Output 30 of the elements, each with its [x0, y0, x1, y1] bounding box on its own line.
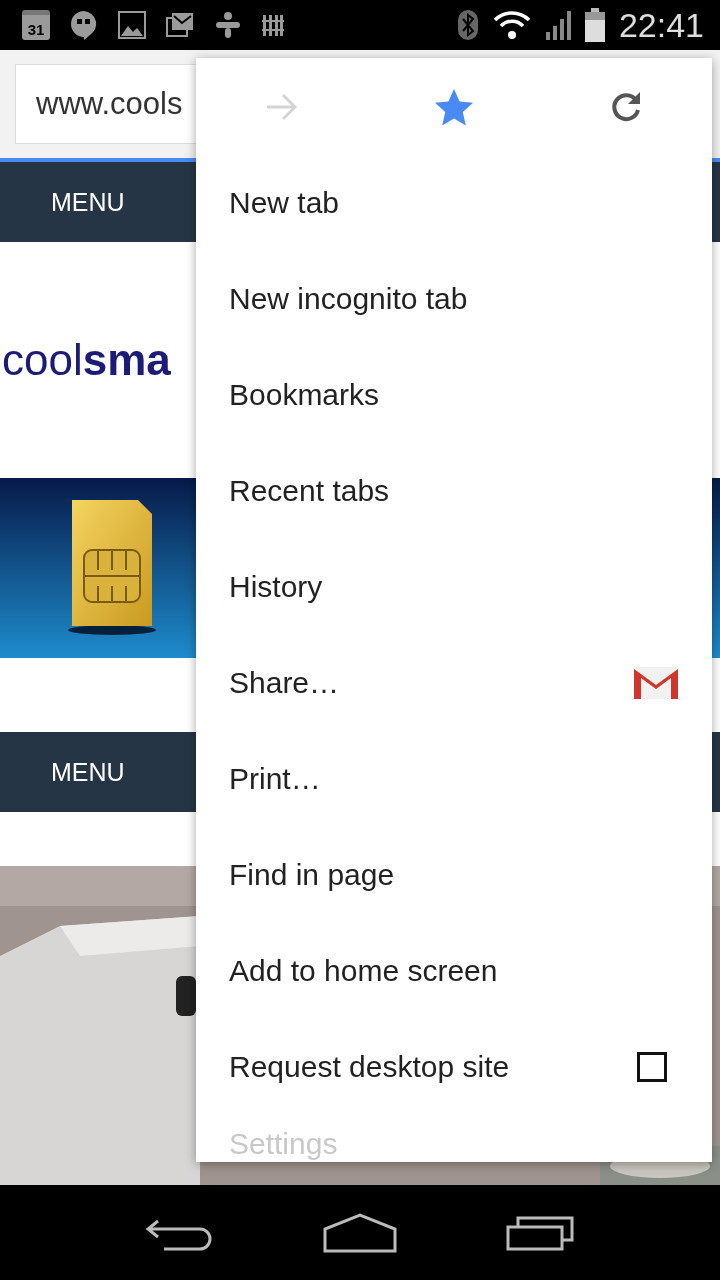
menu-item[interactable]: Add to home screen — [196, 923, 712, 1019]
menu-item[interactable]: Request desktop site — [196, 1019, 712, 1115]
signal-icon — [544, 10, 571, 40]
menu-item[interactable]: History — [196, 539, 712, 635]
calendar-icon: 31 — [22, 10, 50, 40]
chat-bubble-icon — [70, 10, 98, 40]
mail-icon — [166, 12, 194, 38]
fence-icon — [262, 13, 284, 37]
menu-item[interactable]: New incognito tab — [196, 251, 712, 347]
menu-link[interactable]: MENU — [51, 187, 125, 217]
star-icon — [434, 87, 474, 126]
checkbox[interactable] — [637, 1052, 667, 1082]
site-logo: coolsma — [2, 335, 171, 385]
home-icon[interactable] — [323, 1212, 397, 1253]
menu-item[interactable]: Recent tabs — [196, 443, 712, 539]
plus-figure-icon — [214, 11, 242, 39]
menu-item[interactable]: New tab — [196, 155, 712, 251]
forward-arrow-icon — [265, 91, 299, 122]
envelope-icon — [633, 666, 679, 700]
wifi-icon — [492, 10, 531, 40]
recent-apps-icon[interactable] — [505, 1214, 576, 1251]
image-icon — [118, 11, 146, 39]
clock-time: 22:41 — [618, 5, 704, 45]
menu-item[interactable]: Bookmarks — [196, 347, 712, 443]
battery-icon — [584, 8, 605, 42]
menu-link[interactable]: MENU — [51, 757, 125, 787]
menu-item[interactable]: Print… — [196, 731, 712, 827]
bluetooth-icon — [456, 9, 479, 41]
menu-item[interactable]: Share… — [196, 635, 712, 731]
menu-item[interactable]: Find in page — [196, 827, 712, 923]
